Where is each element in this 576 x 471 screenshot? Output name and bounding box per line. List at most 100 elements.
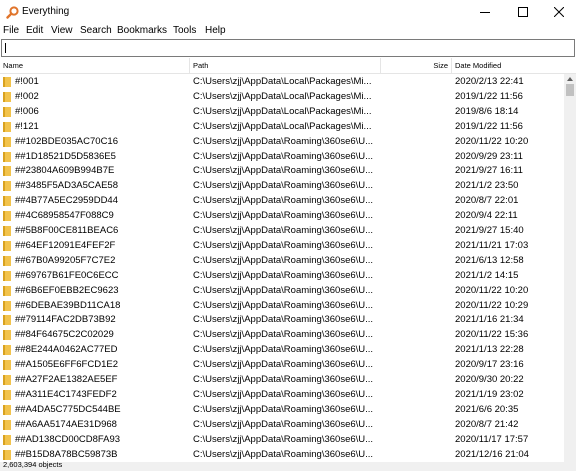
maximize-button[interactable] xyxy=(506,0,540,24)
date-modified: 2020/9/29 23:11 xyxy=(455,150,523,162)
file-name: ##8E244A0462AC77ED xyxy=(15,344,118,356)
folder-icon xyxy=(3,226,11,236)
scroll-thumb[interactable] xyxy=(566,84,574,96)
table-row[interactable]: ##84F64675C2C02029 C:\Users\zjj\AppData\R… xyxy=(0,327,564,342)
table-row[interactable]: ##8E244A0462AC77ED C:\Users\zjj\AppData\R… xyxy=(0,342,564,357)
vertical-scrollbar[interactable] xyxy=(564,74,576,462)
table-row[interactable]: #!002 C:\Users\zjj\AppData\Local\Packages… xyxy=(0,89,564,104)
date-modified: 2021/9/27 15:40 xyxy=(455,225,524,236)
folder-icon xyxy=(3,181,11,192)
file-path: C:\Users\zjj\AppData\Roaming\360se6\U... xyxy=(193,284,374,296)
table-row[interactable]: ##64EF12091E4FEF2F C:\Users\zjj\AppData\R… xyxy=(0,238,564,253)
search-input[interactable] xyxy=(5,41,565,55)
date-modified: 2020/9/4 22:11 xyxy=(455,210,518,222)
table-row[interactable]: ##67B0A99205F7C7E2 C:\Users\zjj\AppData\R… xyxy=(0,253,564,268)
folder-icon xyxy=(3,300,11,311)
column-header-path[interactable]: Path xyxy=(189,58,380,74)
column-header: Name Path Size Date Modified xyxy=(0,58,576,74)
file-path: C:\Users\zjj\AppData\Local\Packages\Mi..… xyxy=(193,90,372,102)
file-path: C:\Users\zjj\AppData\Roaming\360se6\U... xyxy=(193,239,374,251)
table-row[interactable]: ##4B77A5EC2959DD44 C:\Users\zjj\AppData\R… xyxy=(0,193,564,208)
magnifier-icon xyxy=(6,6,19,19)
table-row[interactable]: ##69767B61FE0C6ECC C:\Users\zjj\AppData\R… xyxy=(0,268,564,283)
file-name: ##AD138CD00CD8FA93 xyxy=(15,433,121,445)
file-name: ##79114FAC2DB73B92 xyxy=(15,314,116,326)
close-button[interactable] xyxy=(542,0,576,24)
file-path: C:\Users\zjj\AppData\Roaming\360se6\U... xyxy=(193,210,374,222)
file-name: ##84F64675C2C02029 xyxy=(15,329,114,341)
date-modified: 2020/8/7 21:42 xyxy=(455,418,519,430)
table-row[interactable]: ##5B8F00CE811BEAC6 C:\Users\zjj\AppData\R… xyxy=(0,223,564,238)
table-row[interactable]: ##1D18521D5D5836E5 C:\Users\zjj\AppData\R… xyxy=(0,149,564,164)
file-name: ##5B8F00CE811BEAC6 xyxy=(15,225,119,236)
column-header-date-modified[interactable]: Date Modified xyxy=(451,58,564,74)
table-row[interactable]: ##6B6EF0EBB2EC9623 C:\Users\zjj\AppData\R… xyxy=(0,283,564,298)
table-row[interactable]: ##A4DA5C775DC544BE C:\Users\zjj\AppData\R… xyxy=(0,402,564,417)
file-name: ##64EF12091E4FEF2F xyxy=(15,239,116,251)
date-modified: 2020/9/17 23:16 xyxy=(455,359,524,371)
file-name: ##4C68958547F088C9 xyxy=(15,210,114,222)
table-row[interactable]: ##23804A609B994B7E C:\Users\zjj\AppData\R… xyxy=(0,163,564,178)
maximize-icon xyxy=(518,7,528,17)
object-count: 2,603,394 objects xyxy=(3,460,63,469)
file-name: #!002 xyxy=(15,90,39,102)
menu-file[interactable]: File xyxy=(3,25,19,36)
date-modified: 2020/8/7 22:01 xyxy=(455,195,519,207)
folder-icon xyxy=(3,121,11,132)
menu-bookmarks[interactable]: Bookmarks xyxy=(117,25,167,36)
table-row[interactable]: ##A1505E6FF6FCD1E2 C:\Users\zjj\AppData\R… xyxy=(0,357,564,372)
file-path: C:\Users\zjj\AppData\Roaming\360se6\U... xyxy=(193,374,374,385)
column-header-name[interactable]: Name xyxy=(0,58,189,74)
folder-icon xyxy=(3,166,11,177)
file-path: C:\Users\zjj\AppData\Roaming\360se6\U... xyxy=(193,433,374,445)
table-row[interactable]: ##A27F2AE1382AE5EF C:\Users\zjj\AppData\R… xyxy=(0,372,564,387)
table-row[interactable]: ##A6AA5174AE31D968 C:\Users\zjj\AppData\R… xyxy=(0,417,564,432)
file-name: ##102BDE035AC70C16 xyxy=(15,135,118,147)
minimize-button[interactable] xyxy=(468,0,502,24)
date-modified: 2019/1/22 11:56 xyxy=(455,120,523,132)
table-row[interactable]: #!001 C:\Users\zjj\AppData\Local\Packages… xyxy=(0,74,564,89)
folder-icon xyxy=(3,270,11,281)
date-modified: 2021/1/19 23:02 xyxy=(455,388,524,400)
date-modified: 2020/11/22 15:36 xyxy=(455,329,529,341)
menu-search[interactable]: Search xyxy=(80,25,112,36)
menu-view[interactable]: View xyxy=(51,25,73,36)
file-path: C:\Users\zjj\AppData\Roaming\360se6\U... xyxy=(193,344,374,356)
date-modified: 2020/11/22 10:20 xyxy=(455,284,529,296)
file-name: ##6DEBAE39BD11CA18 xyxy=(15,299,121,311)
table-row[interactable]: ##A311E4C1743FEDF2 C:\Users\zjj\AppData\R… xyxy=(0,387,564,402)
file-path: C:\Users\zjj\AppData\Roaming\360se6\U... xyxy=(193,269,374,281)
folder-icon xyxy=(3,285,11,296)
file-path: C:\Users\zjj\AppData\Roaming\360se6\U... xyxy=(193,135,374,147)
file-name: ##67B0A99205F7C7E2 xyxy=(15,254,116,266)
title-bar: Everything xyxy=(0,0,576,24)
date-modified: 2020/9/30 20:22 xyxy=(455,374,524,385)
menu-edit[interactable]: Edit xyxy=(26,25,43,36)
folder-icon xyxy=(3,196,11,207)
scroll-up-icon[interactable] xyxy=(564,74,576,84)
folder-icon xyxy=(3,360,11,371)
search-box[interactable] xyxy=(1,39,575,57)
file-path: C:\Users\zjj\AppData\Local\Packages\Mi..… xyxy=(193,120,372,132)
table-row[interactable]: ##4C68958547F088C9 C:\Users\zjj\AppData\R… xyxy=(0,208,564,223)
date-modified: 2021/12/16 21:04 xyxy=(455,448,529,460)
table-row[interactable]: ##6DEBAE39BD11CA18 C:\Users\zjj\AppData\R… xyxy=(0,298,564,313)
file-name: #!121 xyxy=(15,120,39,132)
column-header-size[interactable]: Size xyxy=(380,58,451,74)
table-row[interactable]: #!121 C:\Users\zjj\AppData\Local\Packages… xyxy=(0,119,564,134)
file-name: ##A4DA5C775DC544BE xyxy=(15,403,121,415)
menu-tools[interactable]: Tools xyxy=(173,25,196,36)
table-row[interactable]: ##102BDE035AC70C16 C:\Users\zjj\AppData\R… xyxy=(0,134,564,149)
file-name: ##6B6EF0EBB2EC9623 xyxy=(15,284,119,296)
folder-icon xyxy=(3,404,11,415)
folder-icon xyxy=(3,255,11,266)
table-row[interactable]: ##3485F5AD3A5CAE58 C:\Users\zjj\AppData\R… xyxy=(0,178,564,193)
table-row[interactable]: ##AD138CD00CD8FA93 C:\Users\zjj\AppData\R… xyxy=(0,432,564,447)
text-caret xyxy=(5,43,6,53)
table-row[interactable]: ##79114FAC2DB73B92 C:\Users\zjj\AppData\R… xyxy=(0,312,564,327)
menu-help[interactable]: Help xyxy=(205,25,226,36)
table-row[interactable]: #!006 C:\Users\zjj\AppData\Local\Packages… xyxy=(0,104,564,119)
table-row[interactable]: ##B15D8A78BC59873B C:\Users\zjj\AppData\R… xyxy=(0,447,564,462)
file-name: #!001 xyxy=(15,76,39,87)
date-modified: 2021/1/13 22:28 xyxy=(455,344,524,356)
